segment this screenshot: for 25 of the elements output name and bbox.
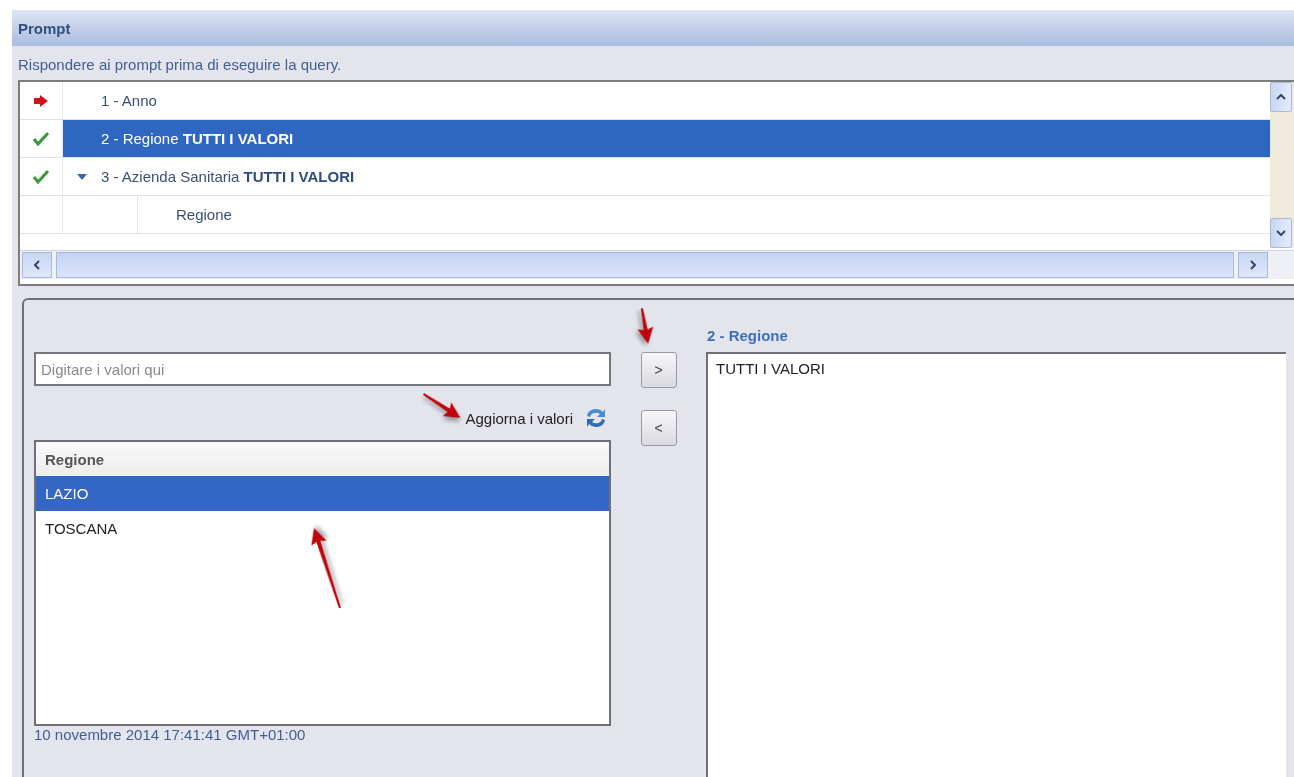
selected-values-title: 2 - Regione	[707, 327, 788, 344]
arrow-icon	[34, 94, 48, 107]
instructions-text: Rispondere ai prompt prima di eseguire la query.	[18, 56, 342, 73]
prompt-row[interactable]: 1 - Anno	[63, 82, 1270, 119]
vertical-scrollbar[interactable]	[1270, 82, 1294, 248]
list-item[interactable]: TOSCANA	[36, 511, 609, 546]
column-header: Regione	[36, 442, 609, 476]
selected-value[interactable]: TUTTI I VALORI	[716, 360, 825, 377]
prompt-row[interactable]: 2 - Regione TUTTI I VALORI	[63, 120, 1270, 157]
prompt-row[interactable]: 3 - Azienda Sanitaria TUTTI I VALORI	[63, 158, 1270, 195]
down-chevron-icon	[1276, 230, 1286, 236]
expand-triangle-icon[interactable]	[77, 172, 87, 181]
panel-title: Prompt	[12, 10, 1294, 46]
remove-button[interactable]: <	[640, 410, 677, 446]
refresh-button[interactable]: Aggiorna i valori	[465, 406, 609, 430]
left-chevron-icon	[34, 260, 40, 270]
list-item[interactable]: LAZIO	[36, 476, 609, 511]
search-field[interactable]: Digitare i valori qui	[34, 352, 611, 386]
timestamp-text: 10 novembre 2014 17:41:41 GMT+01:00	[34, 726, 306, 743]
add-button[interactable]: >	[640, 352, 677, 388]
right-chevron-icon	[1250, 260, 1256, 270]
horizontal-scrollbar[interactable]	[20, 250, 1294, 279]
up-chevron-icon	[1276, 94, 1286, 100]
check-icon	[33, 131, 49, 146]
check-icon	[33, 169, 49, 184]
